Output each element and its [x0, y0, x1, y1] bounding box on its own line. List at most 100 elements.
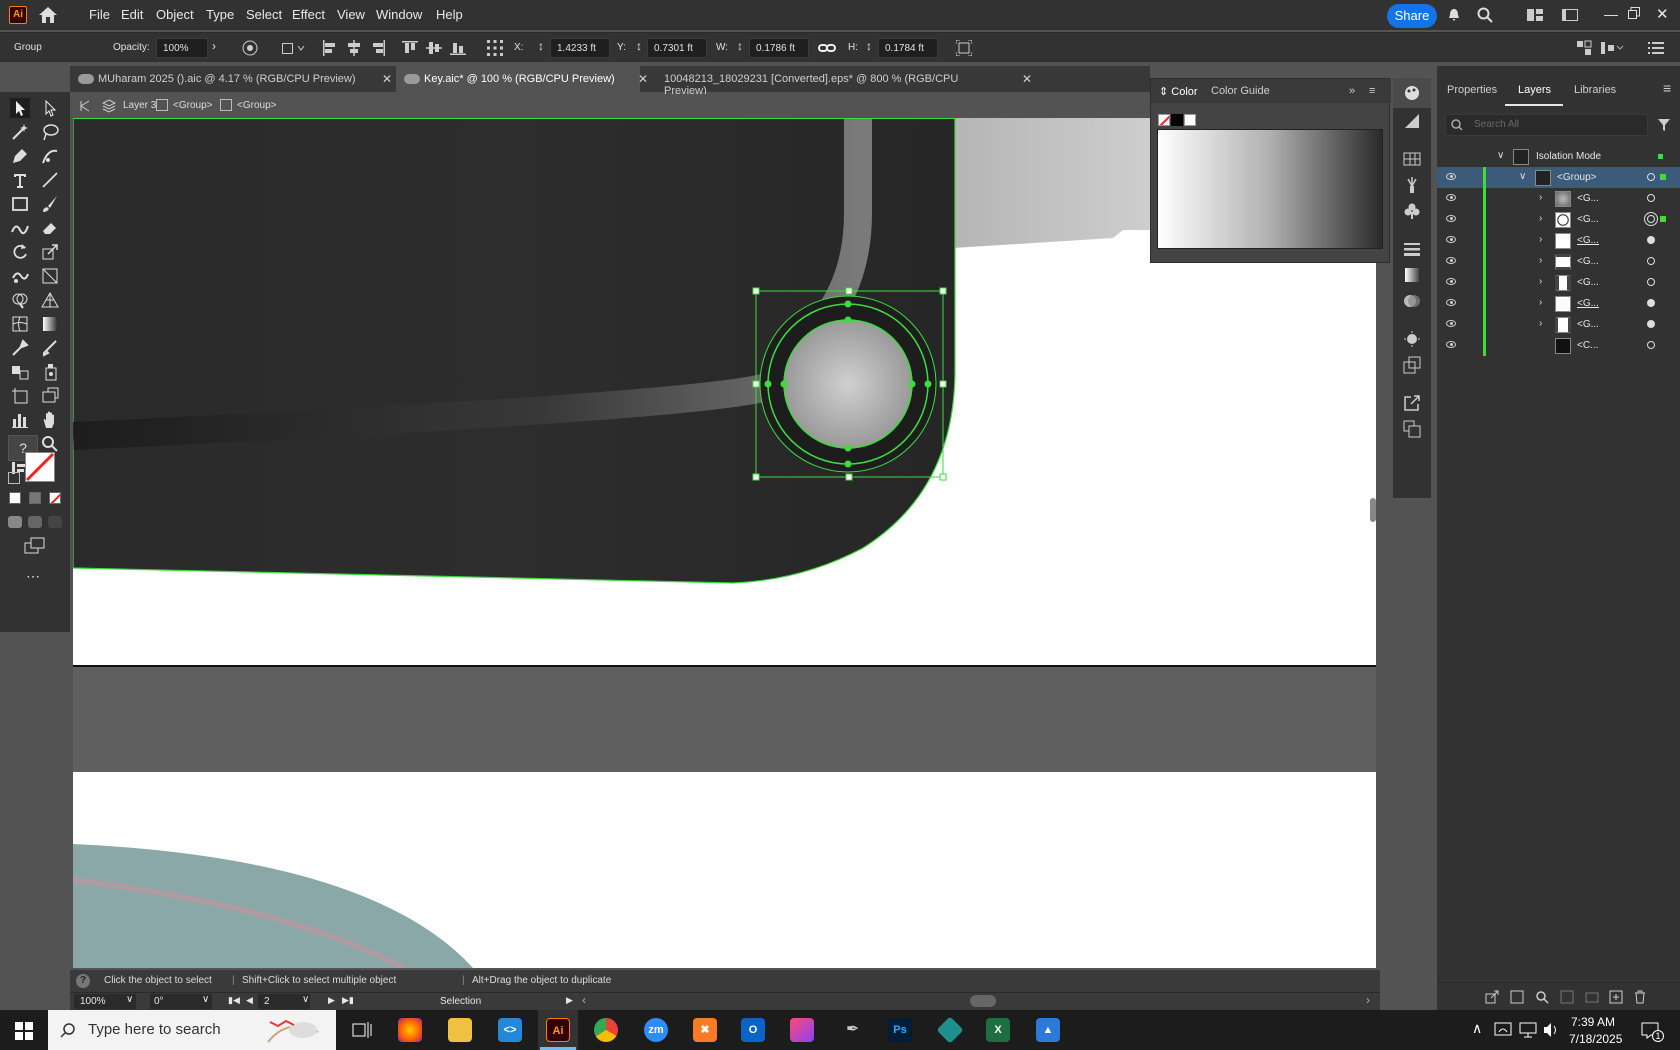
rectangle-tool-icon[interactable]	[10, 194, 30, 214]
layer-row-sub1[interactable]: › <G...	[1437, 188, 1680, 209]
layer-row-sub5[interactable]: › <G...	[1437, 272, 1680, 293]
align-to-icon[interactable]	[282, 41, 306, 55]
symbols-icon[interactable]	[1403, 202, 1421, 220]
horizontal-scrollbar[interactable]	[970, 995, 996, 1007]
shaper-tool-icon[interactable]	[10, 218, 30, 238]
taskbar-search-input[interactable]: Type here to search	[48, 1010, 336, 1050]
color-spectrum[interactable]	[1157, 129, 1383, 249]
windows-start-icon[interactable]	[15, 1022, 33, 1040]
visibility-eye-icon[interactable]	[1446, 236, 1456, 243]
line-tool-icon[interactable]	[40, 170, 60, 190]
excel-icon[interactable]: X	[986, 1018, 1010, 1042]
layer-row-sub3[interactable]: › <G...	[1437, 230, 1680, 251]
none-mode-icon[interactable]	[49, 492, 61, 504]
target-circle-icon[interactable]	[1647, 278, 1655, 286]
clipping-mask-icon[interactable]	[1560, 990, 1574, 1004]
chevron-right-icon[interactable]: ›	[1539, 297, 1542, 308]
layers-search-icon[interactable]	[1535, 990, 1549, 1004]
locate-object-icon[interactable]	[1510, 990, 1524, 1004]
column-graph-tool-icon[interactable]	[10, 410, 30, 430]
back-arrow-icon[interactable]	[77, 99, 91, 113]
show-hidden-icons[interactable]: ∧	[1472, 1020, 1482, 1037]
draw-normal-icon[interactable]	[8, 516, 22, 528]
blend-tool-icon[interactable]	[10, 362, 30, 382]
photoshop-icon[interactable]: Ps	[888, 1018, 912, 1042]
target-circle-icon[interactable]	[1647, 194, 1655, 202]
chevron-down-icon[interactable]: ∨	[126, 994, 133, 1005]
minimize-icon[interactable]: —	[1604, 6, 1618, 22]
new-sublayer-icon[interactable]	[1585, 990, 1599, 1004]
chrome-icon[interactable]	[594, 1018, 618, 1042]
w-stepper-icon[interactable]: ↕	[737, 39, 743, 53]
tab-close-icon[interactable]: ✕	[638, 72, 648, 86]
scroll-left-icon[interactable]: ‹	[582, 993, 586, 1007]
collect-export-icon[interactable]	[1485, 990, 1499, 1004]
draw-inside-icon[interactable]	[48, 516, 62, 528]
tab-converted-eps[interactable]: 10048213_18029231 [Converted].eps* @ 800…	[654, 66, 994, 97]
opacity-input[interactable]: 100%	[156, 38, 208, 58]
menu-effect[interactable]: Effect	[292, 7, 325, 22]
vscode-icon[interactable]: <>	[498, 1018, 522, 1042]
menu-file[interactable]: File	[89, 7, 110, 22]
align-right-icon[interactable]	[370, 40, 386, 56]
brushes-icon[interactable]	[1403, 176, 1421, 194]
x-input[interactable]: 1.4233 ft	[550, 38, 610, 58]
color-guide-icon[interactable]	[1403, 112, 1421, 130]
xampp-icon[interactable]: ✖	[693, 1018, 717, 1042]
w-input[interactable]: 0.1786 ft	[749, 38, 809, 58]
menu-window[interactable]: Window	[376, 7, 422, 22]
symbol-sprayer-tool-icon[interactable]	[40, 362, 60, 382]
visibility-eye-icon[interactable]	[1446, 299, 1456, 306]
task-view-icon[interactable]	[352, 1021, 372, 1039]
tab-color-guide[interactable]: Color Guide	[1211, 85, 1270, 97]
volume-icon[interactable]	[1543, 1022, 1559, 1038]
layer-row-sub2[interactable]: › <G...	[1437, 209, 1680, 230]
align-middle-icon[interactable]	[426, 40, 442, 56]
layer-row-sub6[interactable]: › <G...	[1437, 293, 1680, 314]
stroke-panel-icon[interactable]	[1403, 240, 1421, 258]
search-icon[interactable]	[1477, 7, 1493, 23]
control-menu-icon[interactable]	[1648, 41, 1664, 55]
color-mode-icon[interactable]	[9, 492, 21, 504]
new-layer-icon[interactable]	[1609, 990, 1623, 1004]
tab-key[interactable]: Key.aic* @ 100 % (RGB/CPU Preview)	[396, 66, 640, 92]
network-icon[interactable]	[1519, 1022, 1537, 1038]
default-colors-icon[interactable]	[8, 472, 20, 484]
menu-select[interactable]: Select	[246, 7, 282, 22]
bell-icon[interactable]	[1447, 8, 1461, 22]
tab-close-icon[interactable]: ✕	[382, 72, 392, 86]
export-icon[interactable]	[1403, 394, 1421, 412]
first-artboard-icon[interactable]: ▮◀	[228, 995, 240, 1006]
recolor-icon[interactable]	[242, 40, 258, 56]
opacity-chevron-icon[interactable]: ›	[212, 39, 216, 53]
rotate-tool-icon[interactable]	[10, 242, 30, 262]
layer-row-group[interactable]: ∨ <Group>	[1437, 167, 1680, 188]
target-circle-icon[interactable]	[1647, 341, 1655, 349]
chevron-right-icon[interactable]: ›	[1539, 318, 1542, 329]
menu-edit[interactable]: Edit	[121, 7, 143, 22]
magic-wand-tool-icon[interactable]	[10, 122, 30, 142]
chevron-right-icon[interactable]: ›	[1539, 276, 1542, 287]
photos-app-icon[interactable]: ▲	[1036, 1018, 1060, 1042]
target-circle-icon[interactable]	[1647, 173, 1655, 181]
chevron-right-icon[interactable]: ›	[1539, 234, 1542, 245]
layers-search-input[interactable]: Search All	[1445, 114, 1648, 136]
free-transform-tool-icon[interactable]	[40, 266, 60, 286]
chevron-right-icon[interactable]: ›	[1539, 255, 1542, 266]
prev-artboard-icon[interactable]: ◀	[246, 995, 253, 1006]
swatches-icon[interactable]	[1403, 150, 1421, 168]
panel-menu-icon[interactable]: ≡	[1663, 80, 1671, 96]
none-swatch[interactable]	[1158, 114, 1170, 126]
tab-layers[interactable]: Layers	[1518, 84, 1551, 96]
breadcrumb-group[interactable]: <Group>	[173, 100, 212, 111]
align-top-icon[interactable]	[402, 40, 418, 56]
status-play-icon[interactable]: ▶	[566, 995, 573, 1006]
visibility-eye-icon[interactable]	[1446, 278, 1456, 285]
perspective-grid-tool-icon[interactable]	[40, 290, 60, 310]
menu-help[interactable]: Help	[436, 7, 463, 22]
zoom-tool-icon[interactable]	[40, 434, 60, 454]
distribute-icon[interactable]	[1600, 40, 1624, 56]
visibility-eye-icon[interactable]	[1446, 341, 1456, 348]
pen-tool-icon[interactable]	[10, 146, 30, 166]
chevron-down-icon[interactable]: ∨	[1497, 150, 1504, 161]
